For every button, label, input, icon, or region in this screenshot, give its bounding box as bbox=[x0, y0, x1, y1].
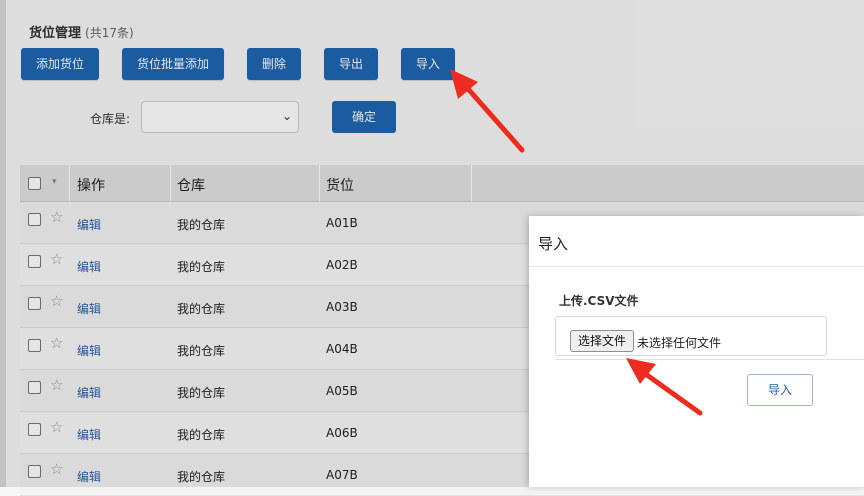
divider bbox=[555, 359, 864, 360]
dialog-title: 导入 bbox=[538, 235, 569, 253]
dialog-header: 导入 bbox=[529, 216, 864, 267]
import-submit-button[interactable]: 导入 bbox=[747, 374, 813, 406]
no-file-chosen-text: 未选择任何文件 bbox=[637, 336, 722, 350]
import-dialog: 导入 上传.CSV文件 选择文件 未选择任何文件 导入 bbox=[529, 216, 864, 487]
choose-file-button[interactable]: 选择文件 bbox=[570, 330, 634, 352]
upload-csv-label: 上传.CSV文件 bbox=[559, 294, 639, 308]
